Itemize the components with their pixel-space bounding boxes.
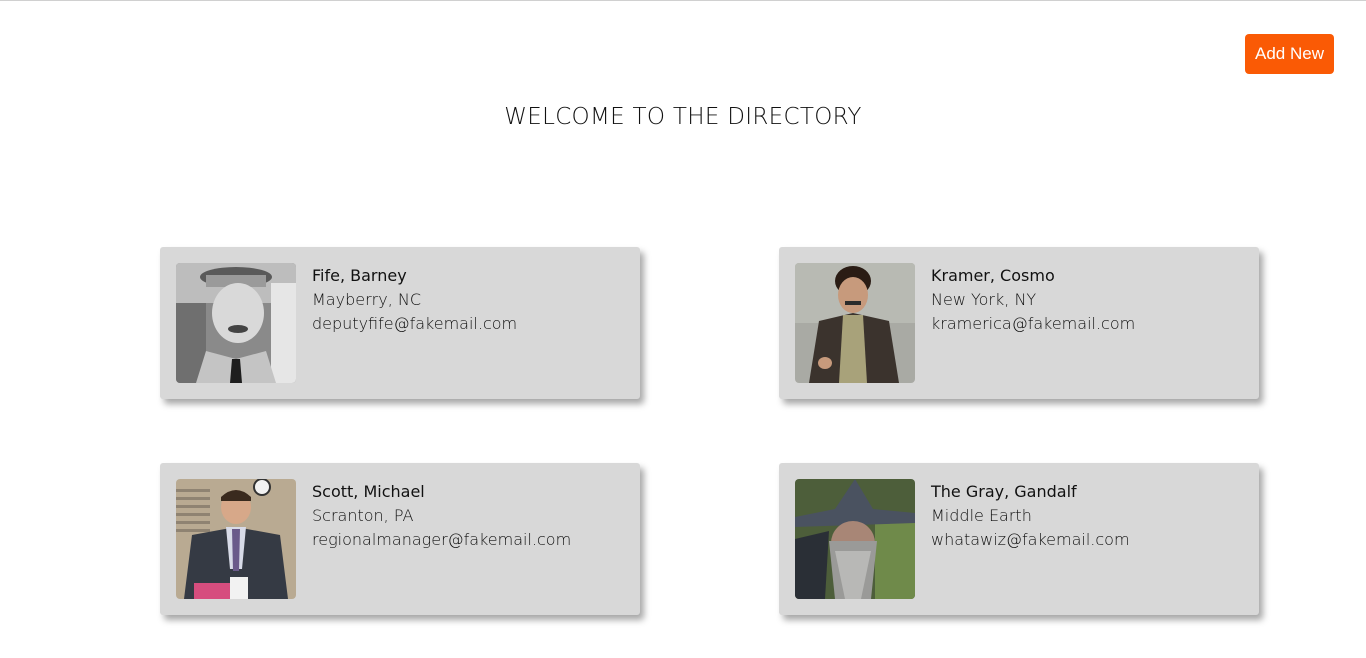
contact-card[interactable]: Fife, Barney Mayberry, NC deputyfife@fak… [160,247,640,399]
contact-photo [795,263,915,383]
contact-name: The Gray, Gandalf [931,482,1077,501]
contact-location: Mayberry, NC [312,290,422,309]
contact-name: Fife, Barney [312,266,407,285]
contact-email[interactable]: kramerica@fakemail.com [931,312,1135,336]
contact-name: Scott, Michael [312,482,425,501]
contact-photo [176,263,296,383]
contact-photo [795,479,915,599]
contact-card[interactable]: The Gray, Gandalf Middle Earth whatawiz@… [779,463,1259,615]
contact-card[interactable]: Scott, Michael Scranton, PA regionalmana… [160,463,640,615]
contact-location: New York, NY [931,290,1037,309]
contact-name: Kramer, Cosmo [931,266,1055,285]
top-divider [0,0,1366,1]
contact-email[interactable]: regionalmanager@fakemail.com [312,528,571,552]
add-new-button[interactable]: Add New [1245,34,1334,74]
contact-photo [176,479,296,599]
contact-location: Middle Earth [931,506,1032,525]
contact-card[interactable]: Kramer, Cosmo New York, NY kramerica@fak… [779,247,1259,399]
page-title: WELCOME TO THE DIRECTORY [504,104,862,130]
contact-email[interactable]: deputyfife@fakemail.com [312,312,517,336]
contact-email[interactable]: whatawiz@fakemail.com [931,528,1130,552]
contact-location: Scranton, PA [312,506,414,525]
